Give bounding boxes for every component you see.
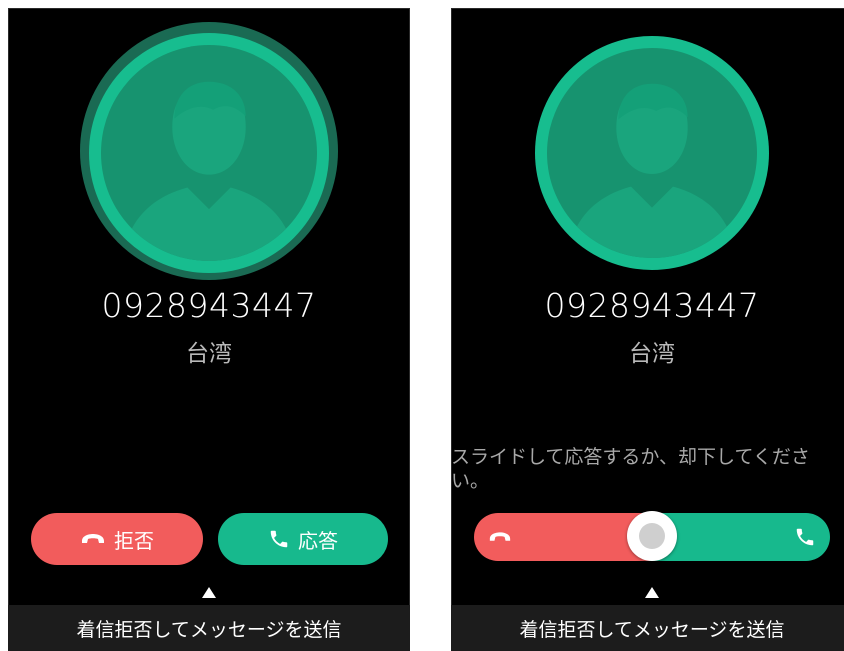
caller-region: 台湾 [629,341,675,367]
phone-hangup-icon [82,534,104,543]
incoming-call-screen-slider: 0928943447 台湾 スライドして応答するか、却下してください。 着信拒否… [451,8,844,651]
reject-with-message-label: 着信拒否してメッセージを送信 [76,618,342,641]
phone-icon [796,528,814,546]
phone-icon [270,530,288,548]
person-silhouette-icon [568,83,736,258]
caller-region: 台湾 [186,341,232,367]
reject-with-message-label: 着信拒否してメッセージを送信 [519,618,785,641]
caller-avatar [89,33,329,273]
accept-button-label: 応答 [298,528,338,553]
reject-with-message-bar[interactable]: 着信拒否してメッセージを送信 [8,605,410,651]
phone-hangup-icon [489,532,511,541]
accept-button[interactable]: 応答 [218,513,388,565]
slider-handle[interactable] [627,511,677,561]
caller-avatar [535,36,769,270]
up-arrow-icon [645,587,659,598]
up-arrow-icon [202,587,216,598]
incoming-call-screen-buttons: 0928943447 台湾 拒否 応答 着信拒否してメッセージを送信 [8,8,410,651]
reject-button-label: 拒否 [114,528,154,553]
reject-button[interactable]: 拒否 [31,513,203,565]
person-silhouette-icon [122,81,296,261]
slide-hint-text: スライドして応答するか、却下してください。 [451,446,810,492]
caller-number: 0928943447 [544,286,760,325]
caller-number: 0928943447 [101,286,317,325]
reject-with-message-bar[interactable]: 着信拒否してメッセージを送信 [451,605,844,651]
